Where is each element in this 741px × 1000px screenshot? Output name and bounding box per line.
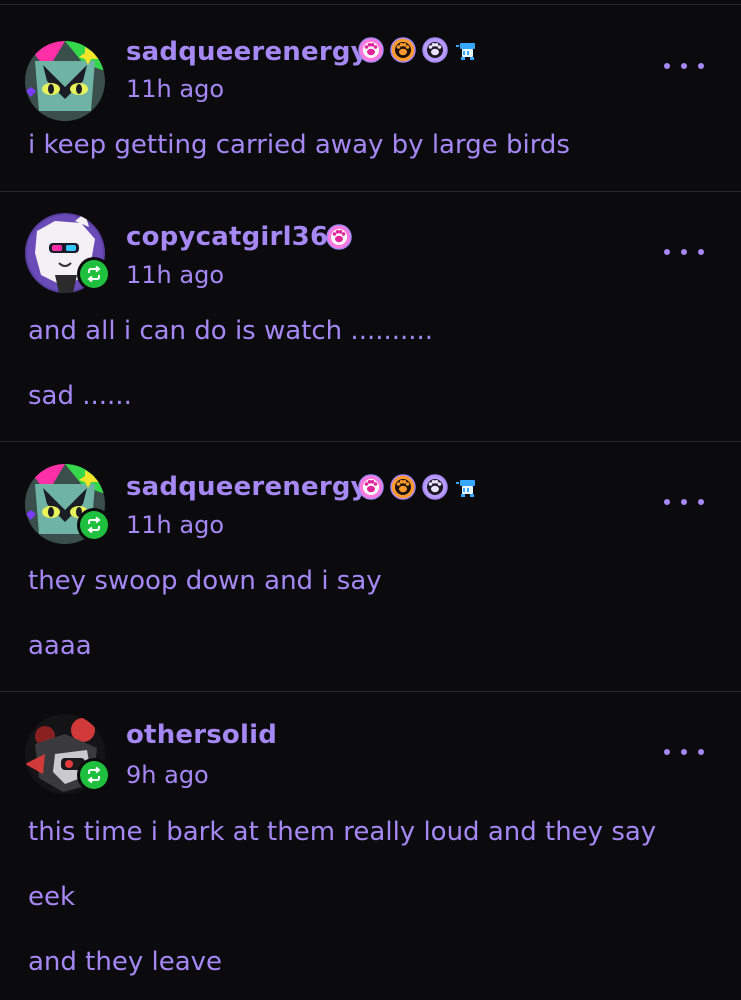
reblog-badge	[77, 257, 111, 291]
more-options-button[interactable]	[664, 242, 704, 262]
lavender-paw-badge-icon[interactable]	[422, 474, 448, 500]
avatar-sadqueerenergy[interactable]	[25, 464, 111, 544]
post-text: aaaa	[28, 631, 92, 661]
avatar-sadqueerenergy[interactable]	[25, 41, 105, 121]
thread-page: sadqueerenergy 11h ago i keep getting ca…	[0, 0, 741, 1000]
avatar[interactable]	[25, 41, 105, 121]
more-options-button[interactable]	[664, 742, 704, 762]
dot-icon	[664, 249, 670, 255]
lavender-paw-badge-icon[interactable]	[422, 37, 448, 63]
badge-group	[358, 474, 480, 500]
blue-toy-badge-icon[interactable]	[454, 37, 480, 63]
pink-paw-badge-icon[interactable]	[326, 224, 352, 250]
dot-icon	[664, 499, 670, 505]
username[interactable]: othersolid	[126, 720, 277, 750]
orange-paw-badge-icon[interactable]	[390, 474, 416, 500]
dot-icon	[698, 749, 704, 755]
post-3: sadqueerenergy 11h ago they swoop down a…	[0, 442, 741, 692]
dot-icon	[698, 63, 704, 69]
pink-paw-badge-icon[interactable]	[358, 474, 384, 500]
avatar-othersolid[interactable]	[25, 714, 111, 794]
pink-paw-badge-icon[interactable]	[358, 37, 384, 63]
badge-group	[326, 224, 352, 250]
dot-icon	[664, 63, 670, 69]
dot-icon	[681, 63, 687, 69]
post-1: sadqueerenergy 11h ago i keep getting ca…	[0, 5, 741, 192]
avatar-image	[25, 41, 105, 121]
post-text: and they leave	[28, 947, 223, 977]
reblog-badge	[77, 508, 111, 542]
username[interactable]: copycatgirl36	[126, 222, 328, 252]
badge-group	[358, 37, 480, 63]
dot-icon	[664, 749, 670, 755]
post-text: this time i bark at them really loud and…	[28, 817, 657, 847]
post-time[interactable]: 9h ago	[126, 761, 209, 789]
post-time[interactable]: 11h ago	[126, 261, 224, 289]
dot-icon	[698, 249, 704, 255]
post-text: i keep getting carried away by large bir…	[28, 130, 570, 160]
post-2: copycatgirl36 11h ago and all i can do i…	[0, 192, 741, 442]
post-text: eek	[28, 882, 76, 912]
username[interactable]: sadqueerenergy	[126, 37, 368, 67]
reblog-icon	[87, 766, 101, 784]
post-text: and all i can do is watch ..........	[28, 316, 434, 346]
blue-toy-badge-icon[interactable]	[454, 474, 480, 500]
post-text: sad ......	[28, 381, 132, 411]
more-options-button[interactable]	[664, 56, 704, 76]
post-4: othersolid 9h ago this time i bark at th…	[0, 692, 741, 1000]
orange-paw-badge-icon[interactable]	[390, 37, 416, 63]
reblog-icon	[87, 516, 101, 534]
dot-icon	[698, 499, 704, 505]
dot-icon	[681, 749, 687, 755]
post-text: they swoop down and i say	[28, 566, 382, 596]
more-options-button[interactable]	[664, 492, 704, 512]
reblog-icon	[87, 265, 101, 283]
dot-icon	[681, 499, 687, 505]
username[interactable]: sadqueerenergy	[126, 472, 368, 502]
reblog-badge	[77, 758, 111, 792]
post-time[interactable]: 11h ago	[126, 75, 224, 103]
dot-icon	[681, 249, 687, 255]
post-time[interactable]: 11h ago	[126, 511, 224, 539]
avatar-copycatgirl36[interactable]	[25, 213, 111, 293]
